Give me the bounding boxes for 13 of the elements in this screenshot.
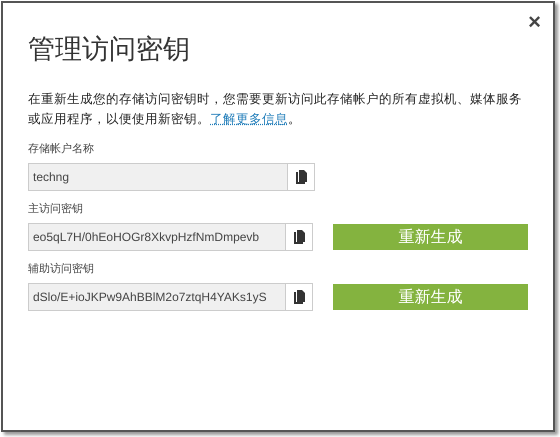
field-label: 辅助访问密钥 — [28, 262, 94, 277]
dialog-title: 管理访问密钥 — [28, 33, 191, 67]
learn-more-link[interactable]: 了解更多信息 — [210, 112, 288, 126]
copy-icon[interactable] — [294, 230, 305, 244]
copy-icon[interactable] — [296, 170, 306, 184]
copy-icon[interactable] — [294, 290, 305, 304]
field-label: 主访问密钥 — [28, 202, 83, 217]
text-field[interactable]: eo5qL7H/0hEoHOGr8XkvpHzfNmDmpevb — [28, 223, 314, 251]
close-button[interactable]: × — [528, 11, 541, 33]
text-field[interactable]: dSlo/E+ioJKPw9AhBBlM2o7ztqH4YAKs1yS — [28, 283, 314, 311]
description-text: 在重新生成您的存储访问密钥时，您需要更新访问此存储帐户的所有虚拟机、媒体服务或应用程序，以便使用新密钥。了解更多信息。 — [28, 91, 523, 128]
field-label: 存储帐户名称 — [28, 142, 94, 157]
text-field[interactable]: techng — [28, 163, 315, 191]
